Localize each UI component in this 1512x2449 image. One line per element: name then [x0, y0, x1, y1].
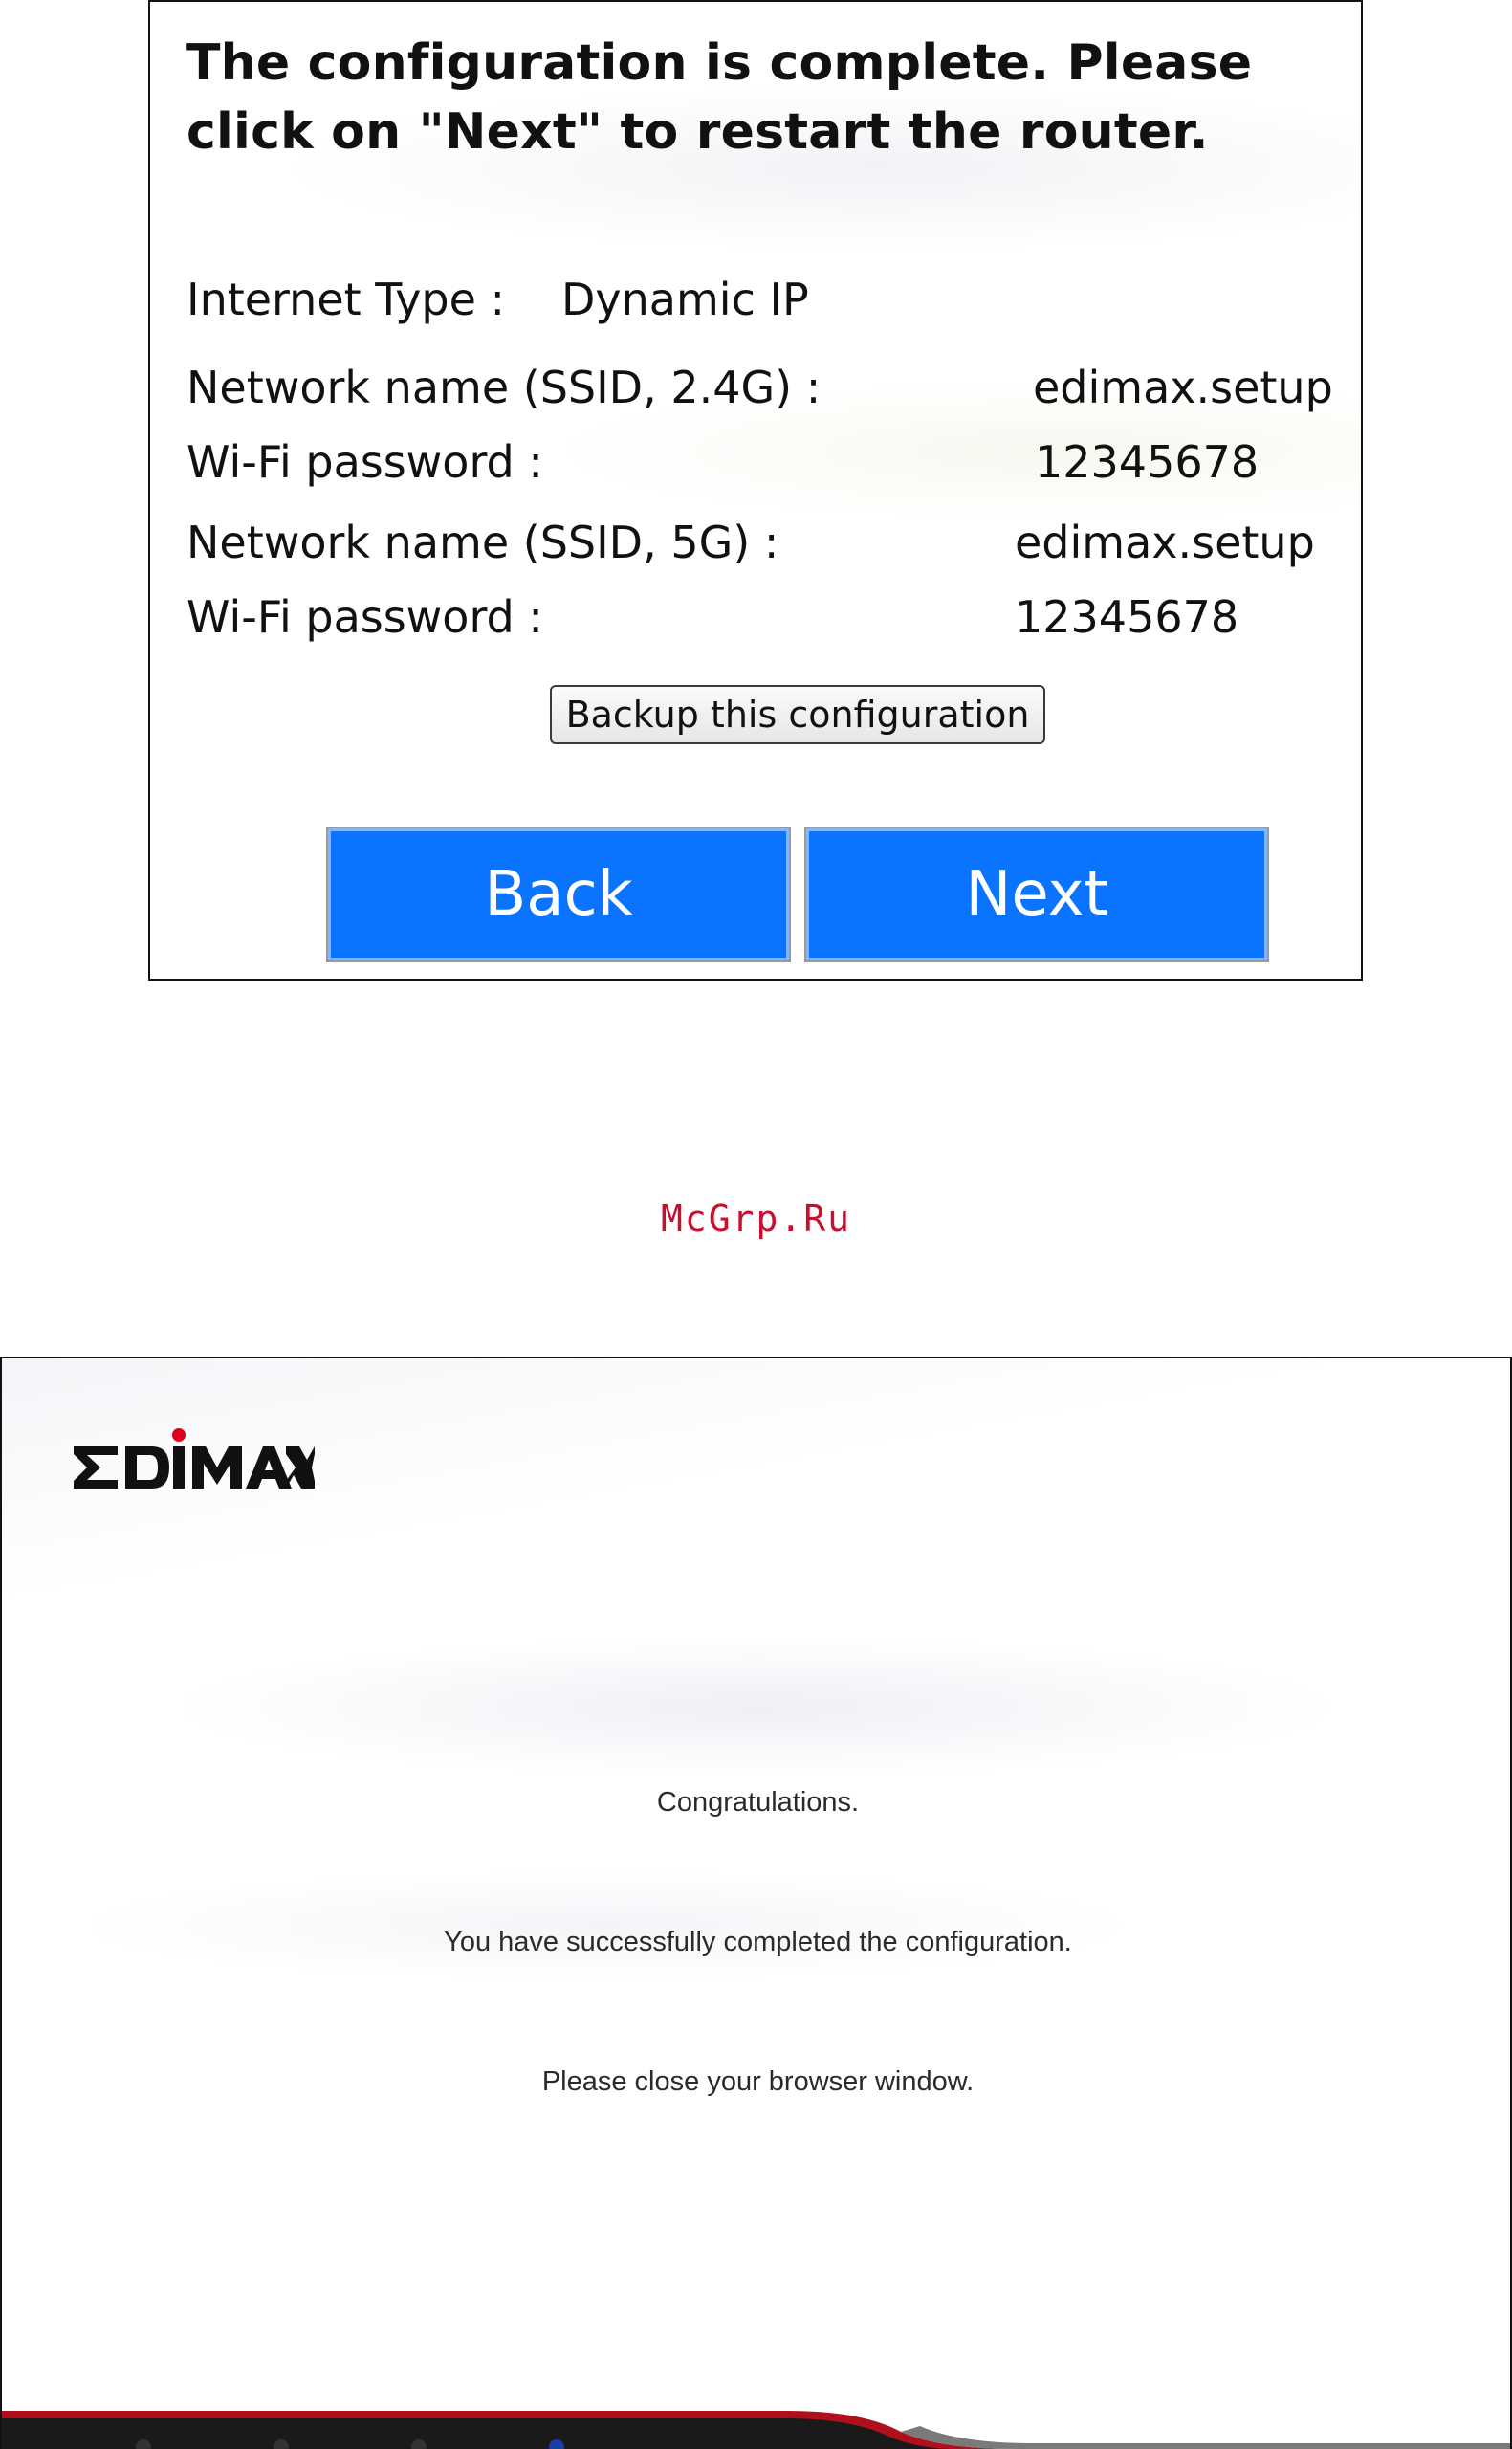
backup-configuration-button[interactable]: Backup this configuration: [550, 685, 1045, 744]
setup-complete-panel: Congratulations. You have successfully c…: [0, 1357, 1512, 2449]
configuration-summary-panel: The configuration is complete. Please cl…: [148, 0, 1363, 981]
internet-type-value: Dynamic IP: [561, 274, 809, 325]
internet-type-label: Internet Type :: [186, 274, 506, 325]
edimax-logo: [74, 1428, 315, 1489]
ssid-5g-row: Network name (SSID, 5G) : edimax.setup: [186, 517, 1334, 584]
internet-type-row: Internet Type : Dynamic IP: [186, 274, 1334, 341]
configuration-complete-heading: The configuration is complete. Please cl…: [186, 34, 1253, 161]
watermark-text: McGrp.Ru: [660, 1198, 852, 1240]
wifi-password-24g-label: Wi-Fi password :: [186, 436, 543, 488]
ssid-5g-label: Network name (SSID, 5G) :: [186, 517, 779, 568]
ssid-24g-value: edimax.setup: [1033, 362, 1333, 413]
wifi-password-5g-label: Wi-Fi password :: [186, 591, 543, 643]
ssid-5g-value: edimax.setup: [1015, 517, 1315, 568]
back-button[interactable]: Back: [326, 827, 791, 962]
next-button[interactable]: Next: [804, 827, 1269, 962]
close-browser-message: Please close your browser window.: [541, 2066, 975, 2097]
ssid-24g-label: Network name (SSID, 2.4G) :: [186, 362, 822, 413]
configuration-success-message: You have successfully completed the conf…: [444, 1927, 1072, 1957]
wifi-password-5g-row: Wi-Fi password : 12345678: [186, 591, 1334, 658]
wifi-password-5g-value: 12345678: [1015, 591, 1239, 643]
ssid-24g-row: Network name (SSID, 2.4G) : edimax.setup: [186, 362, 1334, 429]
footer-decoration: [2, 2411, 1510, 2449]
wifi-password-24g-value: 12345678: [1035, 436, 1260, 488]
congratulations-message: Congratulations.: [656, 1787, 860, 1818]
wifi-password-24g-row: Wi-Fi password : 12345678: [186, 436, 1334, 503]
